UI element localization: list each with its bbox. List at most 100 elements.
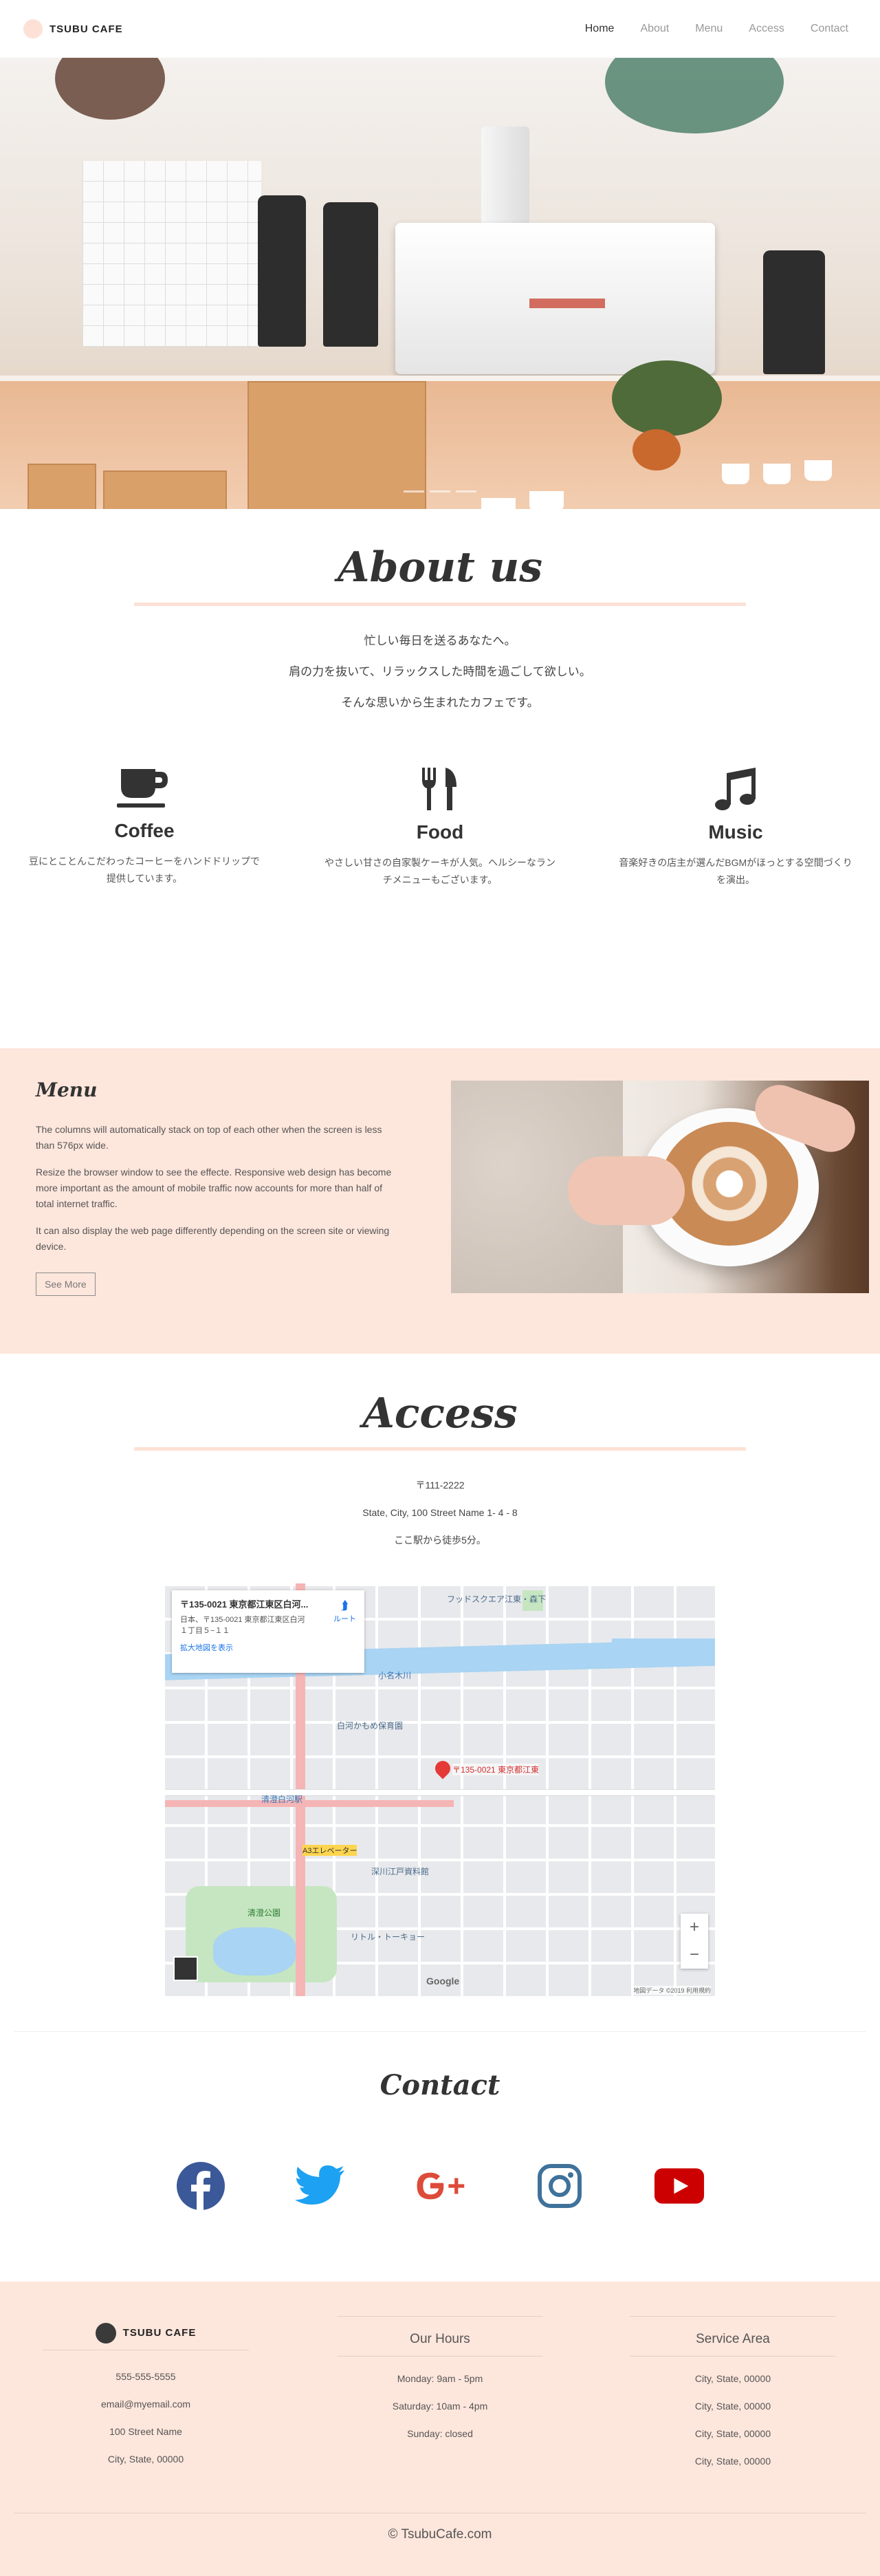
access-title-underline (134, 1447, 746, 1451)
map-zoom-controls: + − (681, 1914, 708, 1969)
facebook-link[interactable] (175, 2161, 226, 2211)
youtube-link[interactable] (654, 2161, 705, 2211)
footer-street: 100 Street Name (109, 2426, 182, 2437)
footer-area-title: Service Area (630, 2322, 836, 2357)
hero-pot (632, 429, 681, 470)
latte-image-hand (568, 1156, 685, 1225)
coffee-icon (117, 769, 168, 808)
feature-title: Food (416, 821, 464, 843)
footer-hours-title: Our Hours (337, 2322, 543, 2357)
walk-info: ここ駅から徒歩5分。 (394, 1535, 486, 1546)
features: Coffee 豆にとことんこだわったコーヒーをハンドドリップで提供しています。 … (0, 766, 880, 889)
map-enlarge-link[interactable]: 拡大地図を表示 (180, 1642, 356, 1653)
feature-text: 豆にとことんこだわったコーヒーをハンドドリップで提供しています。 (29, 856, 260, 884)
access-section: Access 〒111-2222 State, City, 100 Street… (0, 1354, 880, 2031)
footer-contact-column: TSUBU CAFE 555-555-5555 email@myemail.co… (43, 2316, 249, 2473)
hero-machine-badge (529, 299, 605, 308)
hero-grinder-3 (763, 250, 825, 374)
nav-contact[interactable]: Contact (811, 23, 848, 35)
instagram-icon (538, 2164, 582, 2208)
about-text: 忙しい毎日を送るあなたへ。 肩の力を抜いて、リラックスした時間を過ごして欲しい。… (0, 625, 880, 718)
footer-logo-mark (95, 2322, 116, 2344)
facebook-icon (177, 2162, 225, 2211)
logo-text: TSUBU CAFE (50, 23, 123, 35)
hero-crate-2 (103, 470, 227, 509)
hero-pot-3 (763, 464, 791, 484)
hero-image (0, 58, 880, 509)
menu-title: Menu (36, 1079, 98, 1101)
main-nav: Home About Menu Access Contact (585, 23, 848, 35)
map-info-card: 〒135-0021 東京都江東区白河... 日本、〒135-0021 東京都江東… (172, 1590, 364, 1673)
about-line: 肩の力を抜いて、リラックスした時間を過ごして欲しい。 (289, 665, 591, 678)
footer-hours-item: Saturday: 10am - 4pm (392, 2401, 488, 2412)
map-river-2 (612, 1638, 715, 1666)
footer-phone[interactable]: 555-555-5555 (43, 2363, 249, 2390)
nav-access[interactable]: Access (749, 23, 784, 35)
about-section: About us 忙しい毎日を送るあなたへ。 肩の力を抜いて、リラックスした時間… (0, 509, 880, 1048)
footer-area-column: Service Area City, State, 00000 City, St… (630, 2316, 836, 2475)
footer-email[interactable]: email@myemail.com (43, 2390, 249, 2418)
feature-title: Coffee (114, 820, 175, 841)
contact-section: Contact (0, 2032, 880, 2282)
footer-area-item: City, State, 00000 (694, 2456, 771, 2467)
feature-text: 音楽好きの店主が選んだBGMがほっとする空間づくりを演出。 (619, 857, 852, 885)
map-label: 清澄公園 (248, 1908, 281, 1918)
map-label: A3エレベーター (302, 1845, 358, 1856)
footer-logo[interactable]: TSUBU CAFE (43, 2316, 249, 2350)
hero-plant (612, 360, 722, 436)
feature-music: Music 音楽好きの店主が選んだBGMがほっとする空間づくりを演出。 (619, 766, 852, 889)
hero-hanging-plant (55, 58, 165, 120)
zoom-out-button[interactable]: − (681, 1941, 708, 1969)
logo-mark (23, 19, 43, 39)
twitter-icon (295, 2165, 344, 2205)
footer-brand: TSUBU CAFE (122, 2327, 197, 2339)
youtube-icon (654, 2168, 705, 2204)
menu-section: Menu The columns will automatically stac… (0, 1048, 880, 1354)
map-satellite-toggle[interactable] (173, 1956, 198, 1981)
street-address: State, City, 100 Street Name 1- 4 - 8 (362, 1507, 518, 1518)
map-pin-label: 〒135-0021 東京都江東 (452, 1764, 540, 1775)
google-logo: Google (426, 1976, 460, 1987)
nav-about[interactable]: About (640, 23, 669, 35)
about-title-underline (134, 603, 746, 606)
menu-paragraph: It can also display the web page differe… (36, 1225, 390, 1252)
see-more-button[interactable]: See More (36, 1273, 96, 1296)
social-links (0, 2161, 880, 2211)
food-icon (422, 768, 456, 810)
footer-city: City, State, 00000 (107, 2454, 184, 2465)
access-text: 〒111-2222 State, City, 100 Street Name 1… (0, 1471, 880, 1554)
google-plus-icon (417, 2172, 465, 2200)
zoom-in-button[interactable]: + (681, 1914, 708, 1941)
logo[interactable]: TSUBU CAFE (23, 19, 123, 39)
hero-grinder (258, 195, 306, 347)
map-label: 清澄白河駅 (261, 1795, 303, 1804)
instagram-link[interactable] (534, 2161, 585, 2211)
site-footer: TSUBU CAFE 555-555-5555 email@myemail.co… (0, 2282, 880, 2576)
map-label: 小名木川 (378, 1671, 412, 1680)
map-label: リトル・トーキョー (351, 1932, 426, 1942)
hero-pot-4 (804, 460, 832, 481)
nav-menu[interactable]: Menu (695, 23, 723, 35)
embedded-map[interactable]: フッドスクエア江東・森下 小名木川 清澄白河駅 白河かもめ保育園 A3エレベータ… (165, 1583, 715, 1996)
hero-cup-stack (481, 127, 529, 237)
footer-area-item: City, State, 00000 (694, 2401, 771, 2412)
map-info-title: 〒135-0021 東京都江東区白河... (180, 1599, 309, 1610)
twitter-link[interactable] (295, 2161, 346, 2211)
map-route-button[interactable]: ⮭ ルート (333, 1599, 356, 1624)
menu-paragraph: Resize the browser window to see the eff… (36, 1167, 392, 1209)
hero-slider-dots[interactable] (0, 490, 880, 493)
footer-hours-column: Our Hours Monday: 9am - 5pm Saturday: 10… (337, 2316, 543, 2447)
menu-paragraph: The columns will automatically stack on … (36, 1124, 382, 1151)
map-cross-road (165, 1790, 715, 1795)
map-pond (213, 1927, 296, 1976)
map-route-label: ルート (333, 1615, 356, 1623)
map-copyright[interactable]: 地図データ ©2019 利用規約 (633, 1986, 711, 1995)
nav-home[interactable]: Home (585, 23, 615, 35)
google-plus-link[interactable] (415, 2161, 465, 2211)
feature-title: Music (708, 821, 763, 843)
postal-code: 〒111-2222 (415, 1480, 465, 1491)
footer-rule (630, 2316, 836, 2317)
directions-icon: ⮭ (341, 1599, 349, 1612)
hero-grinder-2 (323, 202, 378, 347)
footer-copyright: © TsubuCafe.com (388, 2527, 492, 2542)
